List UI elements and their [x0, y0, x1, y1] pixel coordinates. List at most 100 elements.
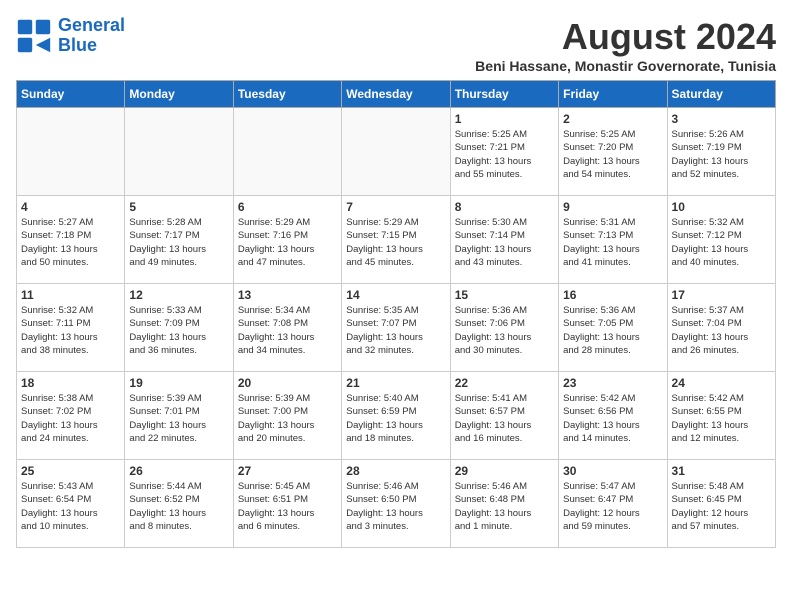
day-cell: 28 Sunrise: 5:46 AM Sunset: 6:50 PM Dayli… — [342, 460, 450, 548]
day-cell: 1 Sunrise: 5:25 AM Sunset: 7:21 PM Daylig… — [450, 108, 558, 196]
day-info: Sunrise: 5:36 AM Sunset: 7:06 PM Dayligh… — [455, 304, 554, 357]
day-info: Sunrise: 5:38 AM Sunset: 7:02 PM Dayligh… — [21, 392, 120, 445]
week-row-4: 18Sunrise: 5:38 AM Sunset: 7:02 PM Dayli… — [17, 372, 776, 460]
day-number: 12 — [129, 288, 228, 302]
month-title: August 2024 — [475, 16, 776, 58]
day-info: Sunrise: 5:39 AM Sunset: 7:01 PM Dayligh… — [129, 392, 228, 445]
day-header-thursday: Thursday — [450, 81, 558, 108]
logo: General Blue — [16, 16, 125, 56]
day-number: 24 — [672, 376, 771, 390]
day-info: Sunrise: 5:36 AM Sunset: 7:05 PM Dayligh… — [563, 304, 662, 357]
day-info: Sunrise: 5:44 AM Sunset: 6:52 PM Dayligh… — [129, 480, 228, 533]
day-cell: 8Sunrise: 5:30 AM Sunset: 7:14 PM Daylig… — [450, 196, 558, 284]
day-info: Sunrise: 5:41 AM Sunset: 6:57 PM Dayligh… — [455, 392, 554, 445]
week-row-1: 1 Sunrise: 5:25 AM Sunset: 7:21 PM Daylig… — [17, 108, 776, 196]
day-number: 16 — [563, 288, 662, 302]
day-cell: 2 Sunrise: 5:25 AM Sunset: 7:20 PM Daylig… — [559, 108, 667, 196]
day-info: Sunrise: 5:40 AM Sunset: 6:59 PM Dayligh… — [346, 392, 445, 445]
day-cell: 14Sunrise: 5:35 AM Sunset: 7:07 PM Dayli… — [342, 284, 450, 372]
day-header-tuesday: Tuesday — [233, 81, 341, 108]
day-number: 6 — [238, 200, 337, 214]
day-cell: 31 Sunrise: 5:48 AM Sunset: 6:45 PM Dayli… — [667, 460, 775, 548]
day-info: Sunrise: 5:42 AM Sunset: 6:55 PM Dayligh… — [672, 392, 771, 445]
day-header-sunday: Sunday — [17, 81, 125, 108]
day-header-saturday: Saturday — [667, 81, 775, 108]
day-number: 29 — [455, 464, 554, 478]
week-row-5: 25 Sunrise: 5:43 AM Sunset: 6:54 PM Dayli… — [17, 460, 776, 548]
day-cell — [17, 108, 125, 196]
day-number: 14 — [346, 288, 445, 302]
day-info: Sunrise: 5:48 AM Sunset: 6:45 PM Dayligh… — [672, 480, 771, 533]
day-cell: 27Sunrise: 5:45 AM Sunset: 6:51 PM Dayli… — [233, 460, 341, 548]
day-cell — [233, 108, 341, 196]
day-info: Sunrise: 5:45 AM Sunset: 6:51 PM Dayligh… — [238, 480, 337, 533]
day-info: Sunrise: 5:39 AM Sunset: 7:00 PM Dayligh… — [238, 392, 337, 445]
day-number: 25 — [21, 464, 120, 478]
day-number: 19 — [129, 376, 228, 390]
day-number: 23 — [563, 376, 662, 390]
day-cell: 5 Sunrise: 5:28 AM Sunset: 7:17 PM Daylig… — [125, 196, 233, 284]
day-number: 5 — [129, 200, 228, 214]
day-cell: 25 Sunrise: 5:43 AM Sunset: 6:54 PM Dayli… — [17, 460, 125, 548]
day-cell: 4Sunrise: 5:27 AM Sunset: 7:18 PM Daylig… — [17, 196, 125, 284]
day-number: 4 — [21, 200, 120, 214]
day-number: 30 — [563, 464, 662, 478]
day-info: Sunrise: 5:28 AM Sunset: 7:17 PM Dayligh… — [129, 216, 228, 269]
title-area: August 2024 Beni Hassane, Monastir Gover… — [475, 16, 776, 74]
day-header-monday: Monday — [125, 81, 233, 108]
day-cell: 6 Sunrise: 5:29 AM Sunset: 7:16 PM Daylig… — [233, 196, 341, 284]
logo-line2: Blue — [58, 35, 97, 55]
day-number: 28 — [346, 464, 445, 478]
day-info: Sunrise: 5:43 AM Sunset: 6:54 PM Dayligh… — [21, 480, 120, 533]
day-cell — [125, 108, 233, 196]
day-header-friday: Friday — [559, 81, 667, 108]
day-info: Sunrise: 5:31 AM Sunset: 7:13 PM Dayligh… — [563, 216, 662, 269]
day-info: Sunrise: 5:33 AM Sunset: 7:09 PM Dayligh… — [129, 304, 228, 357]
day-cell: 22Sunrise: 5:41 AM Sunset: 6:57 PM Dayli… — [450, 372, 558, 460]
day-info: Sunrise: 5:37 AM Sunset: 7:04 PM Dayligh… — [672, 304, 771, 357]
day-cell: 11 Sunrise: 5:32 AM Sunset: 7:11 PM Dayli… — [17, 284, 125, 372]
day-cell: 7Sunrise: 5:29 AM Sunset: 7:15 PM Daylig… — [342, 196, 450, 284]
day-info: Sunrise: 5:32 AM Sunset: 7:11 PM Dayligh… — [21, 304, 120, 357]
day-cell: 24 Sunrise: 5:42 AM Sunset: 6:55 PM Dayli… — [667, 372, 775, 460]
logo-text: General Blue — [58, 16, 125, 56]
day-info: Sunrise: 5:46 AM Sunset: 6:50 PM Dayligh… — [346, 480, 445, 533]
day-info: Sunrise: 5:47 AM Sunset: 6:47 PM Dayligh… — [563, 480, 662, 533]
week-row-3: 11 Sunrise: 5:32 AM Sunset: 7:11 PM Dayli… — [17, 284, 776, 372]
header-row: SundayMondayTuesdayWednesdayThursdayFrid… — [17, 81, 776, 108]
day-cell: 26 Sunrise: 5:44 AM Sunset: 6:52 PM Dayli… — [125, 460, 233, 548]
day-cell: 13 Sunrise: 5:34 AM Sunset: 7:08 PM Dayli… — [233, 284, 341, 372]
day-info: Sunrise: 5:42 AM Sunset: 6:56 PM Dayligh… — [563, 392, 662, 445]
day-info: Sunrise: 5:25 AM Sunset: 7:21 PM Dayligh… — [455, 128, 554, 181]
day-header-wednesday: Wednesday — [342, 81, 450, 108]
day-number: 1 — [455, 112, 554, 126]
day-number: 20 — [238, 376, 337, 390]
day-cell: 3Sunrise: 5:26 AM Sunset: 7:19 PM Daylig… — [667, 108, 775, 196]
day-cell: 10 Sunrise: 5:32 AM Sunset: 7:12 PM Dayli… — [667, 196, 775, 284]
day-cell: 17Sunrise: 5:37 AM Sunset: 7:04 PM Dayli… — [667, 284, 775, 372]
week-row-2: 4Sunrise: 5:27 AM Sunset: 7:18 PM Daylig… — [17, 196, 776, 284]
day-cell: 16 Sunrise: 5:36 AM Sunset: 7:05 PM Dayli… — [559, 284, 667, 372]
day-number: 13 — [238, 288, 337, 302]
day-number: 15 — [455, 288, 554, 302]
day-cell: 18Sunrise: 5:38 AM Sunset: 7:02 PM Dayli… — [17, 372, 125, 460]
day-info: Sunrise: 5:29 AM Sunset: 7:16 PM Dayligh… — [238, 216, 337, 269]
calendar-table: SundayMondayTuesdayWednesdayThursdayFrid… — [16, 80, 776, 548]
day-number: 2 — [563, 112, 662, 126]
day-cell — [342, 108, 450, 196]
day-cell: 9Sunrise: 5:31 AM Sunset: 7:13 PM Daylig… — [559, 196, 667, 284]
day-info: Sunrise: 5:32 AM Sunset: 7:12 PM Dayligh… — [672, 216, 771, 269]
day-info: Sunrise: 5:34 AM Sunset: 7:08 PM Dayligh… — [238, 304, 337, 357]
day-info: Sunrise: 5:25 AM Sunset: 7:20 PM Dayligh… — [563, 128, 662, 181]
day-cell: 15 Sunrise: 5:36 AM Sunset: 7:06 PM Dayli… — [450, 284, 558, 372]
day-number: 26 — [129, 464, 228, 478]
day-cell: 29Sunrise: 5:46 AM Sunset: 6:48 PM Dayli… — [450, 460, 558, 548]
day-number: 11 — [21, 288, 120, 302]
day-info: Sunrise: 5:30 AM Sunset: 7:14 PM Dayligh… — [455, 216, 554, 269]
day-number: 31 — [672, 464, 771, 478]
day-cell: 23 Sunrise: 5:42 AM Sunset: 6:56 PM Dayli… — [559, 372, 667, 460]
day-cell: 12 Sunrise: 5:33 AM Sunset: 7:09 PM Dayli… — [125, 284, 233, 372]
day-number: 10 — [672, 200, 771, 214]
day-number: 21 — [346, 376, 445, 390]
day-cell: 20 Sunrise: 5:39 AM Sunset: 7:00 PM Dayli… — [233, 372, 341, 460]
